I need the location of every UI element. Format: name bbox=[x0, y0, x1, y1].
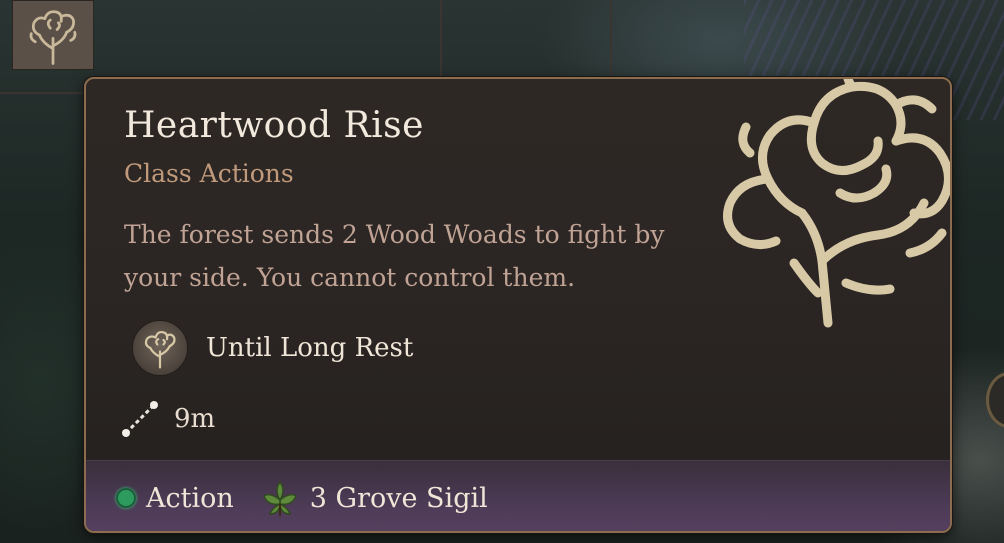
range-row: 9m bbox=[120, 399, 215, 439]
range-label: 9m bbox=[174, 404, 216, 434]
action-dot-icon bbox=[116, 488, 136, 508]
ability-title: Heartwood Rise bbox=[124, 105, 424, 146]
range-dots-icon bbox=[122, 401, 158, 437]
cost-row: Action 3 Grove Sigil bbox=[116, 476, 488, 520]
hotbar-slot-heartwood-rise[interactable] bbox=[12, 0, 94, 70]
tree-emblem-icon bbox=[29, 10, 77, 65]
tree-emblem-icon bbox=[132, 320, 188, 376]
duration-label: Until Long Rest bbox=[206, 333, 414, 363]
ability-description: The forest sends 2 Wood Woads to fight b… bbox=[124, 220, 665, 292]
tree-emblem-icon bbox=[723, 79, 950, 328]
action-cost-label: Action bbox=[146, 482, 234, 514]
ability-tooltip: Heartwood Rise Class Actions The forest … bbox=[84, 77, 952, 533]
leaf-sigil-icon bbox=[262, 480, 297, 516]
resource-cost-label: 3 Grove Sigil bbox=[309, 482, 488, 514]
duration-row: Until Long Rest bbox=[132, 320, 414, 376]
ability-category: Class Actions bbox=[124, 159, 294, 188]
hud-ring bbox=[986, 372, 1004, 428]
